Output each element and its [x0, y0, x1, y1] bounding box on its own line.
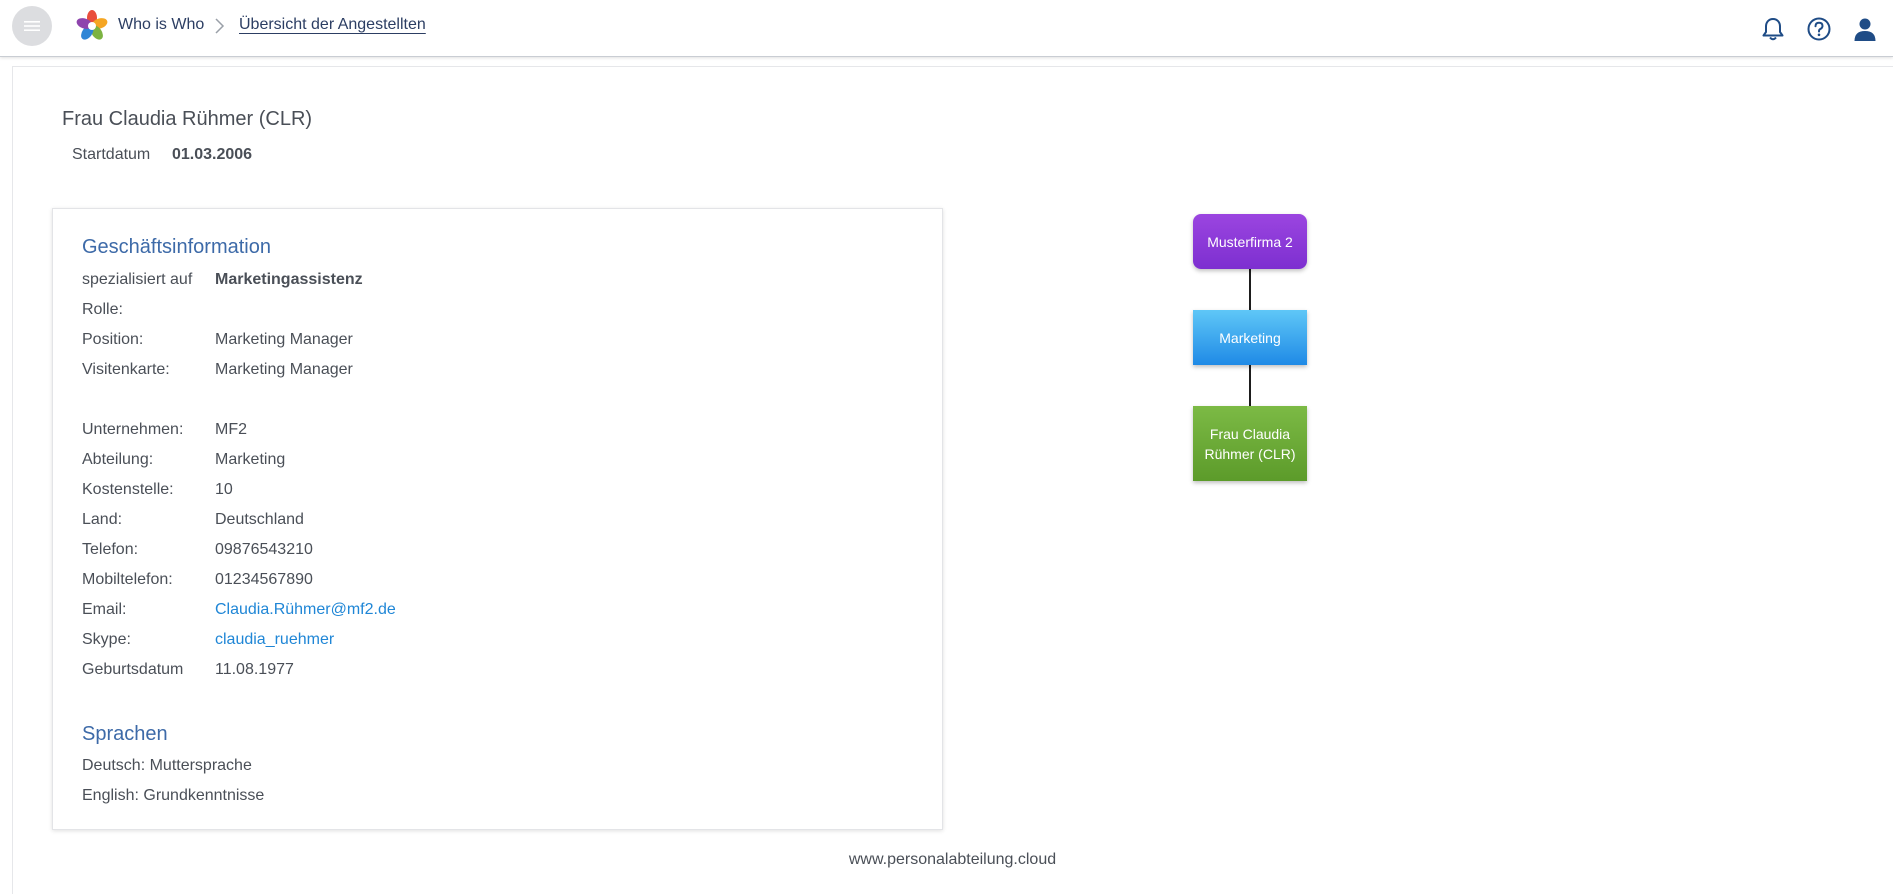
menu-icon [24, 21, 40, 31]
employee-name: Frau Claudia Rühmer (CLR) [62, 108, 313, 130]
breadcrumb-current[interactable]: Übersicht der Angestellten [239, 16, 426, 34]
bell-icon [1762, 18, 1784, 41]
user-account-button[interactable] [1851, 15, 1879, 43]
start-date-label: Startdatum [72, 146, 151, 163]
phone-value: 09876543210 [215, 541, 313, 558]
skype-link[interactable]: claudia_ruehmer [215, 631, 334, 649]
email-label: Email: [82, 601, 127, 618]
business-info-card [52, 208, 943, 830]
business-card-value: Marketing Manager [215, 361, 353, 378]
skype-label: Skype: [82, 631, 131, 648]
email-link[interactable]: Claudia.Rühmer@mf2.de [215, 601, 396, 619]
org-connector [1249, 365, 1251, 406]
company-label: Unternehmen: [82, 421, 184, 438]
specialization-value: Marketingassistenz [215, 271, 363, 288]
company-value: MF2 [215, 421, 247, 438]
app-logo-icon[interactable] [74, 8, 110, 44]
org-node-person[interactable]: Frau Claudia Rühmer (CLR) [1193, 406, 1307, 481]
mobile-value: 01234567890 [215, 571, 313, 588]
birthdate-value: 11.08.1977 [215, 661, 294, 678]
position-label: Position: [82, 331, 144, 348]
business-info-title: Geschäftsinformation [82, 236, 271, 258]
language-item: English: Grundkenntnisse [82, 787, 265, 804]
phone-label: Telefon: [82, 541, 139, 558]
specialization-label: spezialisiert auf [82, 271, 193, 288]
country-value: Deutschland [215, 511, 304, 528]
help-button[interactable] [1805, 15, 1833, 43]
languages-title: Sprachen [82, 723, 168, 745]
chevron-right-icon [215, 18, 225, 34]
position-value: Marketing Manager [215, 331, 353, 348]
menu-button[interactable] [12, 6, 52, 46]
birthdate-label: Geburtsdatum [82, 661, 184, 678]
role-label: Rolle: [82, 301, 123, 318]
org-node-company[interactable]: Musterfirma 2 [1193, 214, 1307, 269]
cost-center-value: 10 [215, 481, 233, 498]
user-icon [1854, 18, 1876, 41]
department-label: Abteilung: [82, 451, 154, 468]
footer-text: www.personalabteilung.cloud [848, 851, 1057, 868]
country-label: Land: [82, 511, 123, 528]
start-date-value: 01.03.2006 [172, 146, 253, 163]
org-node-department[interactable]: Marketing [1193, 310, 1307, 365]
help-icon [1807, 17, 1831, 41]
org-connector [1249, 269, 1251, 310]
notifications-button[interactable] [1759, 15, 1787, 43]
app-name-link[interactable]: Who is Who [118, 16, 204, 34]
cost-center-label: Kostenstelle: [82, 481, 174, 498]
department-value: Marketing [215, 451, 286, 468]
mobile-label: Mobiltelefon: [82, 571, 173, 588]
language-item: Deutsch: Muttersprache [82, 757, 252, 774]
top-bar: Who is Who Übersicht der Angestellten [0, 0, 1893, 57]
business-card-label: Visitenkarte: [82, 361, 170, 378]
